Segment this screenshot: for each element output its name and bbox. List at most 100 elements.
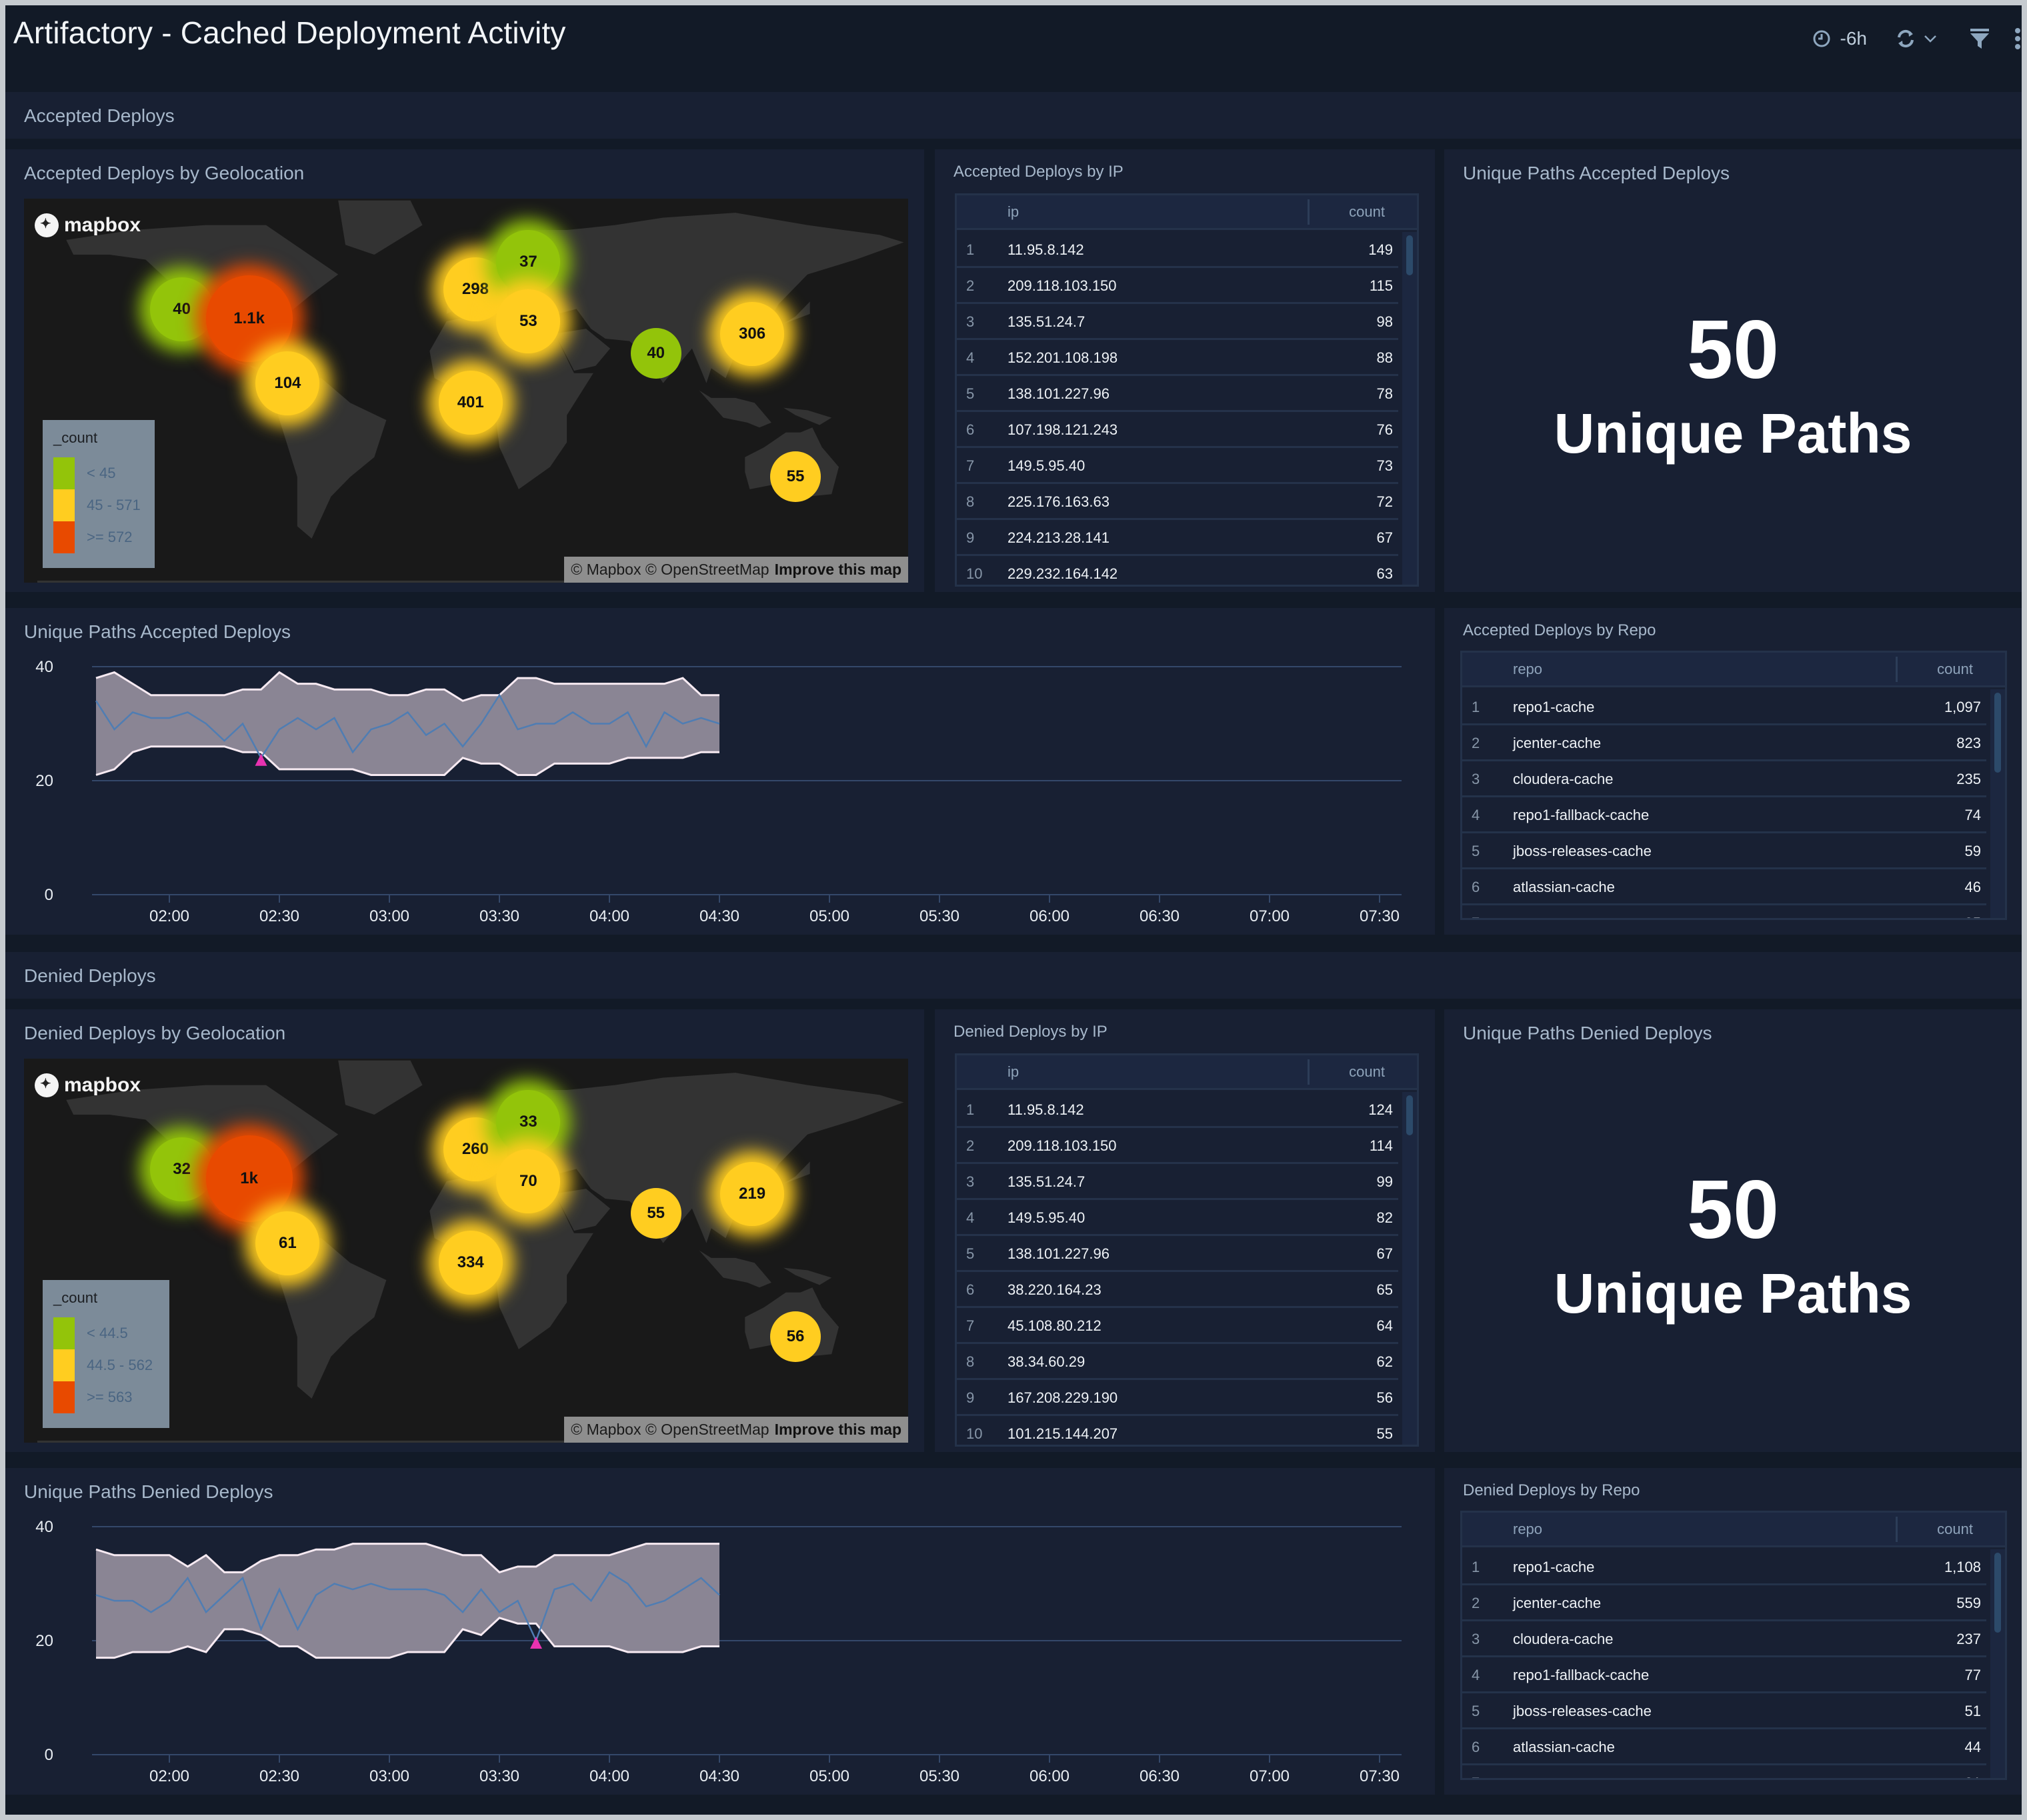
table-row[interactable]: 5 jboss-releases-cache 59 — [1462, 833, 1986, 869]
table-row[interactable]: 6 38.220.164.23 65 — [957, 1272, 1398, 1308]
table-row[interactable]: 1 11.95.8.142 149 — [957, 232, 1398, 268]
data-table: ip count 1 11.95.8.142 149 2 209.118.103.150 11… — [955, 193, 1419, 587]
table-row[interactable]: 5 138.101.227.96 78 — [957, 376, 1398, 412]
map-cluster[interactable]: 219 — [720, 1161, 785, 1226]
column-header[interactable]: ip — [1007, 1063, 1019, 1081]
cluster-count: 32 — [173, 1159, 191, 1178]
table-row[interactable]: 9 224.213.28.141 67 — [957, 520, 1398, 556]
map-legend: _count < 44.5 44.5 - 562 >= 563 — [43, 1280, 169, 1428]
mapbox-logo[interactable]: mapbox — [35, 1073, 141, 1097]
timeseries-chart[interactable]: 0 20 40 02:00 02:30 03:00 03:30 04:00 04:30 05:00… — [5, 1468, 1435, 1795]
table-row[interactable]: 4 repo1-fallback-cache 74 — [1462, 797, 1986, 833]
table-row[interactable]: 8 225.176.163.63 72 — [957, 484, 1398, 520]
section-header-accepted[interactable]: Accepted Deploys — [5, 92, 2022, 139]
table-row[interactable]: 6 107.198.121.243 76 — [957, 412, 1398, 448]
table-row[interactable]: 5 jboss-releases-cache 51 — [1462, 1693, 1986, 1729]
scrollbar-thumb[interactable] — [1994, 1553, 2001, 1633]
map-cluster[interactable]: 334 — [438, 1231, 503, 1295]
x-tick-label: 06:00 — [1030, 907, 1070, 925]
column-resize-handle[interactable] — [1896, 657, 1898, 682]
table-row[interactable]: 1 repo1-cache 1,097 — [1462, 689, 1986, 725]
cluster-count: 70 — [519, 1172, 537, 1191]
scrollbar-track[interactable] — [1402, 1092, 1417, 1445]
map-cluster[interactable]: 40 — [630, 328, 681, 379]
attribution-text: © Mapbox © OpenStreetMap — [571, 561, 769, 578]
table-row[interactable]: 7 149.5.95.40 73 — [957, 448, 1398, 484]
more-options-button[interactable] — [2014, 27, 2022, 50]
table-row[interactable]: 4 repo1-fallback-cache 77 — [1462, 1657, 1986, 1693]
scrollbar-thumb[interactable] — [1994, 693, 2001, 773]
time-range-button[interactable]: -6h — [1812, 28, 1867, 49]
table-row[interactable]: 2 jcenter-cache 823 — [1462, 725, 1986, 761]
timeseries-chart[interactable]: 0 20 40 02:00 02:30 03:00 03:30 04:00 04:30 05:00… — [5, 608, 1435, 935]
column-header[interactable]: count — [1349, 1063, 1385, 1081]
refresh-button[interactable] — [1895, 28, 1938, 49]
map-cluster[interactable]: 104 — [255, 351, 320, 415]
table-row[interactable]: 10 101.215.144.207 55 — [957, 1416, 1398, 1445]
table-row[interactable]: 4 152.201.108.198 88 — [957, 340, 1398, 376]
row-index: 1 — [966, 1101, 975, 1118]
table-row[interactable]: 3 135.51.24.7 98 — [957, 304, 1398, 340]
table-row[interactable]: 3 135.51.24.7 99 — [957, 1164, 1398, 1200]
map-cluster[interactable]: 1.1k — [205, 275, 293, 363]
map-cluster[interactable]: 55 — [630, 1188, 681, 1239]
scrollbar-track[interactable] — [1402, 232, 1417, 585]
table-row[interactable]: 10 229.232.164.142 63 — [957, 556, 1398, 585]
column-header[interactable]: count — [1937, 1521, 1973, 1538]
map-cluster[interactable]: 70 — [496, 1149, 561, 1214]
row-count: 124 — [1368, 1101, 1393, 1118]
improve-map-link[interactable]: Improve this map — [775, 561, 901, 578]
column-header[interactable]: repo — [1513, 1521, 1542, 1538]
table-row[interactable]: 6 atlassian-cache 44 — [1462, 1729, 1986, 1765]
map-cluster[interactable]: 55 — [770, 451, 821, 503]
table-row[interactable]: 1 repo1-cache 1,108 — [1462, 1549, 1986, 1585]
table-row[interactable]: 8 38.34.60.29 62 — [957, 1344, 1398, 1380]
improve-map-link[interactable]: Improve this map — [775, 1421, 901, 1438]
table-row[interactable]: 4 149.5.95.40 82 — [957, 1200, 1398, 1236]
map-cluster[interactable]: 33 — [496, 1090, 561, 1155]
table-row[interactable]: 2 209.118.103.150 115 — [957, 268, 1398, 304]
table-row[interactable]: 7 31 — [1462, 1765, 1986, 1778]
row-count: 73 — [1376, 457, 1393, 474]
scrollbar-thumb[interactable] — [1406, 1095, 1413, 1135]
map-cluster[interactable]: 401 — [438, 371, 503, 435]
column-resize-handle[interactable] — [1308, 1059, 1310, 1085]
column-header[interactable]: count — [1937, 661, 1973, 678]
filter-button[interactable] — [1970, 28, 1990, 49]
column-header[interactable]: ip — [1007, 203, 1019, 221]
mapbox-logo[interactable]: mapbox — [35, 213, 141, 237]
table-row[interactable]: 2 jcenter-cache 559 — [1462, 1585, 1986, 1621]
map-cluster[interactable]: 53 — [496, 289, 561, 354]
scrollbar-thumb[interactable] — [1406, 235, 1413, 275]
table-row[interactable]: 7 45.108.80.212 64 — [957, 1308, 1398, 1344]
map-cluster[interactable]: 56 — [770, 1311, 821, 1363]
map-cluster[interactable]: 37 — [496, 230, 561, 295]
cluster-count: 61 — [279, 1233, 297, 1252]
map-cluster[interactable]: 61 — [255, 1211, 320, 1275]
cluster-count: 104 — [274, 373, 301, 392]
column-resize-handle[interactable] — [1896, 1517, 1898, 1542]
map-cluster[interactable]: 1k — [205, 1135, 293, 1223]
table-row[interactable]: 3 cloudera-cache 237 — [1462, 1621, 1986, 1657]
column-header[interactable]: count — [1349, 203, 1385, 221]
map-cluster[interactable]: 40 — [149, 277, 214, 341]
row-index: 9 — [966, 529, 975, 546]
table-row[interactable]: 6 atlassian-cache 46 — [1462, 869, 1986, 905]
world-map[interactable]: mapbox 32 1k 61 260 33 70 334 55 219 56 _count < … — [24, 1059, 908, 1443]
panel-denied-by-repo: Denied Deploys by Repo repo count 1 repo1-c… — [1444, 1468, 2022, 1795]
table-row[interactable]: 3 cloudera-cache 235 — [1462, 761, 1986, 797]
table-row[interactable]: 2 209.118.103.150 114 — [957, 1128, 1398, 1164]
table-row[interactable]: 1 11.95.8.142 124 — [957, 1092, 1398, 1128]
table-row[interactable]: 9 167.208.229.190 56 — [957, 1380, 1398, 1416]
map-cluster[interactable]: 306 — [720, 301, 785, 366]
map-cluster[interactable]: 32 — [149, 1137, 214, 1201]
column-header[interactable]: repo — [1513, 661, 1542, 678]
clock-icon — [1813, 30, 1830, 47]
row-value: 135.51.24.7 — [1007, 1173, 1086, 1190]
table-row[interactable]: 7 35 — [1462, 905, 1986, 918]
anomaly-marker[interactable] — [530, 1637, 542, 1649]
section-header-denied[interactable]: Denied Deploys — [5, 952, 2022, 999]
world-map[interactable]: mapbox 40 1.1k 104 298 37 53 401 40 306 55 _count… — [24, 199, 908, 583]
table-row[interactable]: 5 138.101.227.96 67 — [957, 1236, 1398, 1272]
column-resize-handle[interactable] — [1308, 199, 1310, 225]
